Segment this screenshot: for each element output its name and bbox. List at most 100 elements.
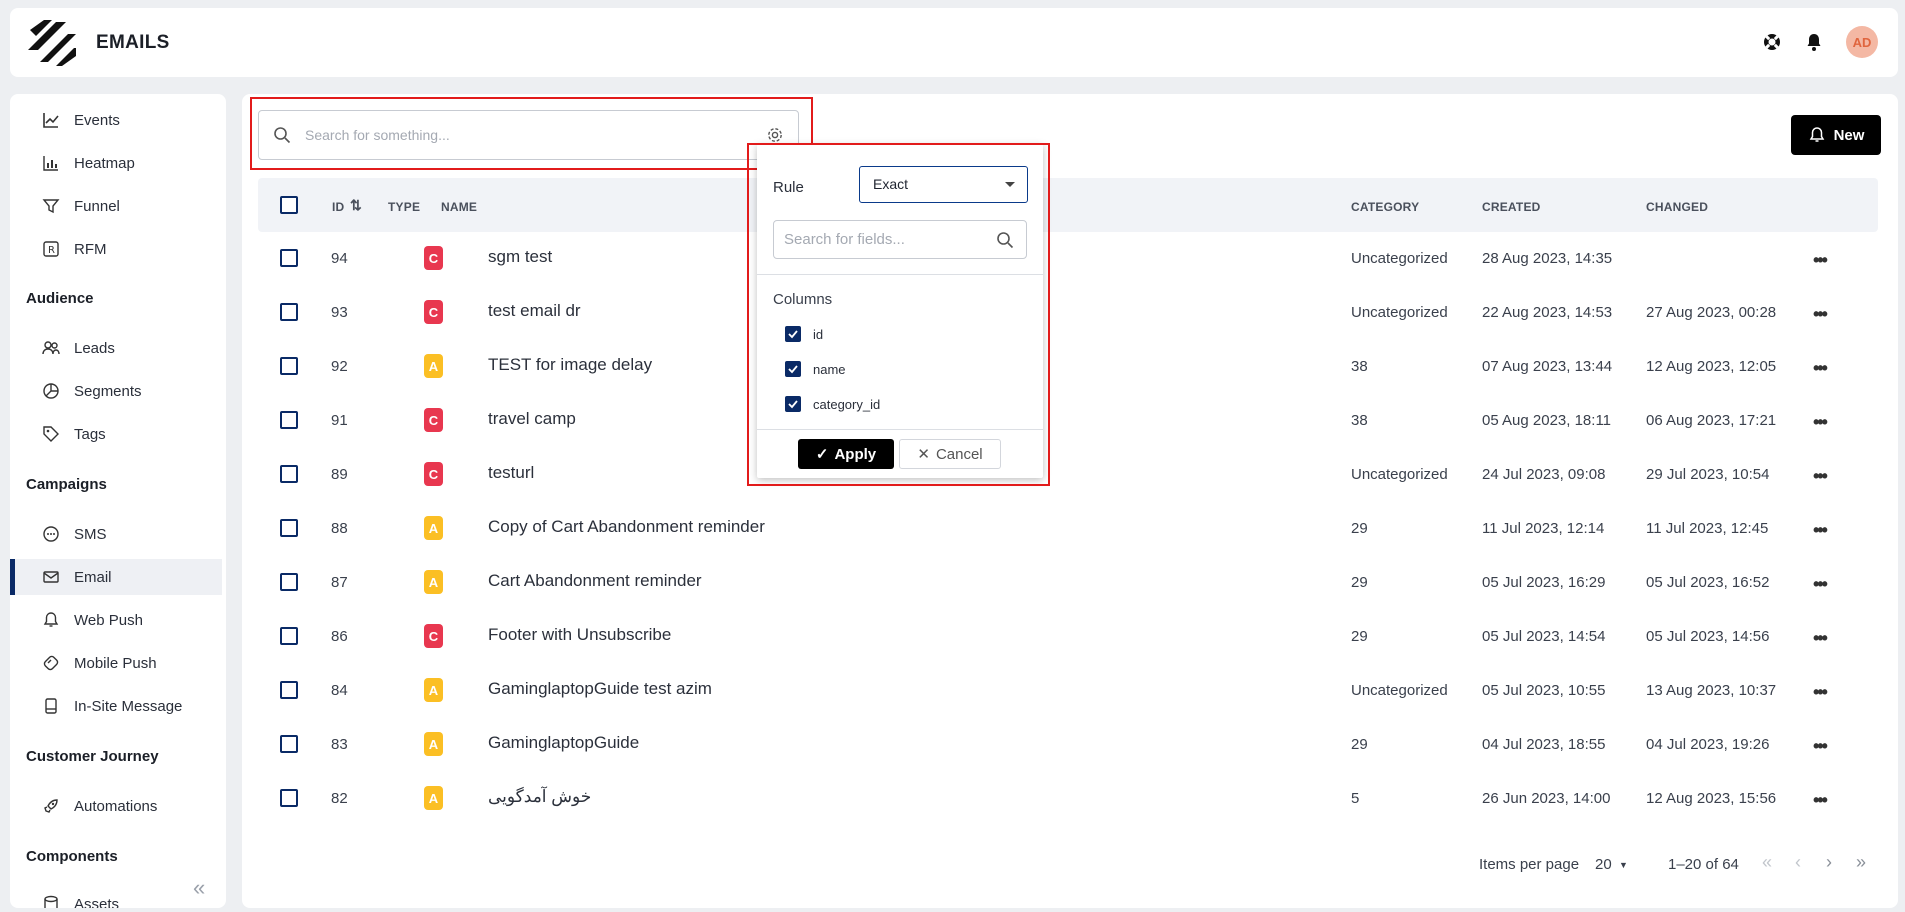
sidebar-item-automations[interactable]: Automations <box>10 788 222 824</box>
row-checkbox[interactable] <box>280 681 298 699</box>
sidebar-item-sms[interactable]: SMS <box>10 516 222 552</box>
first-page-icon[interactable]: « <box>1762 852 1772 873</box>
sidebar-item-label: Mobile Push <box>74 654 157 672</box>
table-row[interactable]: 88 A Copy of Cart Abandonment reminder 29 11… <box>258 502 1878 556</box>
table-row[interactable]: 86 C Footer with Unsubscribe 29 05 Jul 2023,… <box>258 610 1878 664</box>
column-header-id[interactable]: ID <box>332 200 344 214</box>
sidebar-item-email[interactable]: Email <box>10 559 222 595</box>
table-row[interactable]: 93 Ctest email dr Uncategorized 22 Aug 2023… <box>258 286 1878 340</box>
sidebar-item-leads[interactable]: Leads <box>10 330 222 366</box>
row-name[interactable]: travel camp <box>488 409 576 429</box>
sidebar-item-rfm[interactable]: R RFM <box>10 231 222 267</box>
sidebar-item-funnel[interactable]: Funnel <box>10 188 222 224</box>
row-checkbox[interactable] <box>280 735 298 753</box>
device-icon <box>45 698 57 714</box>
column-header-category[interactable]: CATEGORY <box>1351 200 1419 214</box>
column-header-type[interactable]: TYPE <box>388 200 420 214</box>
table-row[interactable]: 94 Csgm test Uncategorized 28 Aug 2023, 14:… <box>258 232 1878 286</box>
sort-icon[interactable]: ⇅ <box>350 197 362 214</box>
row-name[interactable]: testurl <box>488 463 534 483</box>
sidebar-item-in-site-message[interactable]: In-Site Message <box>10 688 222 724</box>
type-badge: A <box>424 786 443 810</box>
row-name[interactable]: TEST for image delay <box>488 355 652 375</box>
row-changed: 29 Jul 2023, 10:54 <box>1646 466 1770 483</box>
row-checkbox[interactable] <box>280 411 298 429</box>
more-actions-icon[interactable]: ••• <box>1813 628 1828 649</box>
next-page-icon[interactable]: › <box>1826 852 1832 873</box>
type-badge: A <box>424 732 443 756</box>
more-actions-icon[interactable]: ••• <box>1813 412 1828 433</box>
column-header-changed[interactable]: CHANGED <box>1646 200 1708 214</box>
more-actions-icon[interactable]: ••• <box>1813 682 1828 703</box>
row-checkbox[interactable] <box>280 465 298 483</box>
row-id: 83 <box>331 736 348 753</box>
row-name[interactable]: Footer with Unsubscribe <box>488 625 671 645</box>
rfm-icon: R <box>43 241 59 257</box>
row-changed: 04 Jul 2023, 19:26 <box>1646 736 1770 753</box>
column-header-name[interactable]: NAME <box>441 200 477 214</box>
table-row[interactable]: 87 A Cart Abandonment reminder 29 05 Jul 202… <box>258 556 1878 610</box>
row-checkbox[interactable] <box>280 357 298 375</box>
more-actions-icon[interactable]: ••• <box>1813 790 1828 811</box>
row-created: 05 Jul 2023, 10:55 <box>1482 682 1606 699</box>
sidebar-item-events[interactable]: Events <box>10 102 222 138</box>
row-category: Uncategorized <box>1351 250 1448 267</box>
more-actions-icon[interactable]: ••• <box>1813 358 1828 379</box>
select-all-checkbox[interactable] <box>280 196 298 214</box>
help-icon[interactable] <box>1762 32 1782 52</box>
chevron-down-icon[interactable]: ▼ <box>1619 860 1628 870</box>
last-page-icon[interactable]: » <box>1856 852 1866 873</box>
table-row[interactable]: 83 A GaminglaptopGuide 29 04 Jul 2023, 18:55… <box>258 718 1878 772</box>
section-title-components: Components <box>26 848 118 865</box>
type-badge: A <box>424 516 443 540</box>
type-badge: A <box>424 354 443 378</box>
prev-page-icon[interactable]: ‹ <box>1795 852 1801 873</box>
row-checkbox[interactable] <box>280 573 298 591</box>
row-checkbox[interactable] <box>280 249 298 267</box>
table-row[interactable]: 84 A GaminglaptopGuide test azim Uncategori… <box>258 664 1878 718</box>
collapse-sidebar-icon[interactable]: « <box>193 875 205 901</box>
sidebar-item-assets[interactable]: Assets <box>10 886 222 908</box>
row-category: 29 <box>1351 520 1368 537</box>
row-name[interactable]: GaminglaptopGuide <box>488 733 639 753</box>
row-checkbox[interactable] <box>280 303 298 321</box>
envelope-icon <box>43 571 59 583</box>
table-row[interactable]: 82 A خوش آمدگویی 5 26 Jun 2023, 14:00 12 Aug … <box>258 772 1878 826</box>
more-actions-icon[interactable]: ••• <box>1813 250 1828 271</box>
more-actions-icon[interactable]: ••• <box>1813 304 1828 325</box>
pagination-range: 1–20 of 64 <box>1668 856 1739 873</box>
row-checkbox[interactable] <box>280 789 298 807</box>
row-checkbox[interactable] <box>280 519 298 537</box>
more-actions-icon[interactable]: ••• <box>1813 736 1828 757</box>
bell-icon[interactable] <box>1804 32 1824 52</box>
new-button[interactable]: New <box>1791 115 1881 155</box>
svg-text:R: R <box>48 245 55 256</box>
row-name[interactable]: GaminglaptopGuide test azim <box>488 679 712 699</box>
row-name[interactable]: test email dr <box>488 301 581 321</box>
more-actions-icon[interactable]: ••• <box>1813 520 1828 541</box>
row-changed: 12 Aug 2023, 15:56 <box>1646 790 1777 807</box>
table-row[interactable]: 89 Ctesturl Uncategorized 24 Jul 2023, 09:0… <box>258 448 1878 502</box>
row-name[interactable]: Cart Abandonment reminder <box>488 571 702 591</box>
more-actions-icon[interactable]: ••• <box>1813 466 1828 487</box>
table-row[interactable]: 91 Ctravel camp 38 05 Aug 2023, 18:11 06 Aug… <box>258 394 1878 448</box>
row-name[interactable]: sgm test <box>488 247 552 267</box>
avatar[interactable]: AD <box>1846 26 1878 58</box>
sidebar-item-tags[interactable]: Tags <box>10 416 222 452</box>
sidebar-item-heatmap[interactable]: Heatmap <box>10 145 222 181</box>
sidebar-item-label: Funnel <box>74 197 120 215</box>
row-created: 07 Aug 2023, 13:44 <box>1482 358 1613 375</box>
sidebar-item-mobile-push[interactable]: Mobile Push <box>10 645 222 681</box>
sidebar-item-web-push[interactable]: Web Push <box>10 602 222 638</box>
column-header-created[interactable]: CREATED <box>1482 200 1541 214</box>
sidebar-item-label: Email <box>74 568 112 586</box>
pie-chart-icon <box>43 383 59 399</box>
app-logo[interactable] <box>26 19 78 66</box>
more-actions-icon[interactable]: ••• <box>1813 574 1828 595</box>
page-size-select[interactable]: 20 <box>1595 856 1612 873</box>
sidebar-item-segments[interactable]: Segments <box>10 373 222 409</box>
row-checkbox[interactable] <box>280 627 298 645</box>
row-name[interactable]: خوش آمدگویی <box>488 787 591 807</box>
table-row[interactable]: 92 A TEST for image delay 38 07 Aug 2023, 13… <box>258 340 1878 394</box>
row-name[interactable]: Copy of Cart Abandonment reminder <box>488 517 765 537</box>
